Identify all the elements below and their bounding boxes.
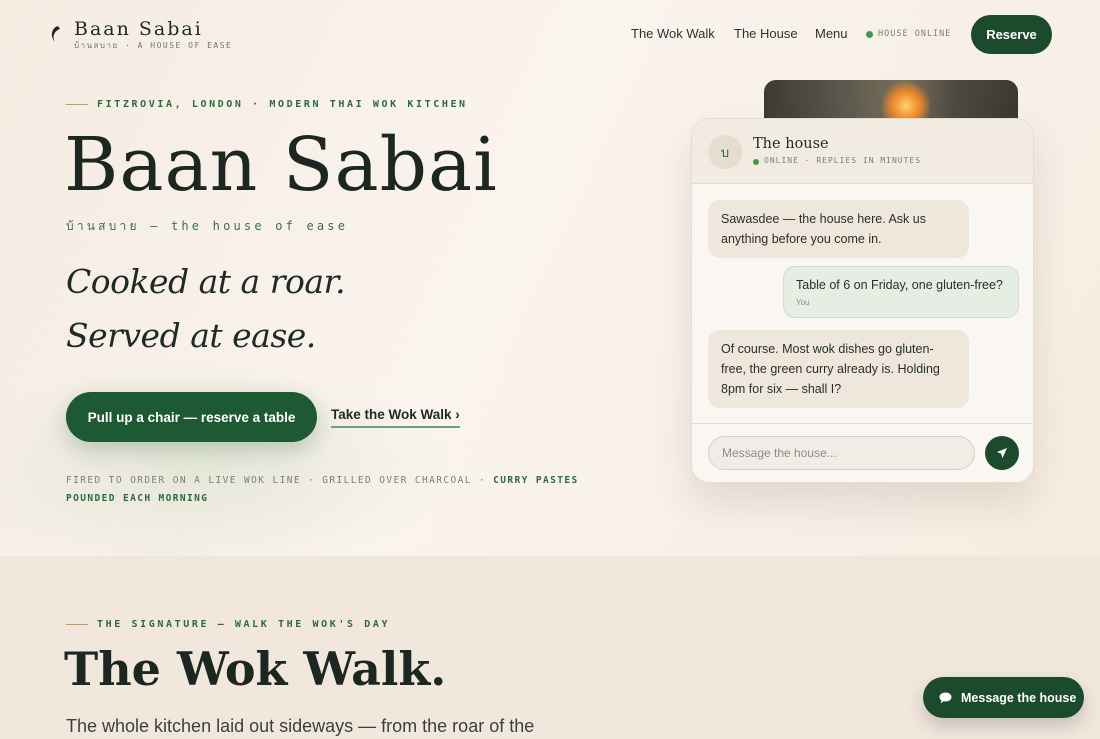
reserve-button[interactable]: Reserve (971, 15, 1052, 54)
chat-status: ONLINE · REPLIES IN MINUTES (764, 156, 922, 165)
brand-name[interactable]: Baan Sabai (74, 18, 203, 40)
chat-message-you: Table of 6 on Friday, one gluten-free? Y… (783, 266, 1019, 318)
hero-thai-subtitle: บ้านสบาย — the house of ease (66, 219, 349, 233)
house-online-status: HOUSE ONLINE (878, 29, 952, 39)
tagline-line-1: Cooked at a roar. (66, 262, 346, 301)
nav-link-the-house[interactable]: The House (734, 26, 798, 41)
house-avatar: บ (708, 135, 742, 169)
chat-message-you-text: Table of 6 on Friday, one gluten-free? (796, 278, 1003, 292)
brand-subtitle: บ้านสบาย · A HOUSE OF EASE (74, 41, 233, 50)
chat-composer: Message the house... (692, 423, 1033, 482)
send-icon (997, 448, 1007, 458)
brand-logo-icon[interactable] (48, 25, 62, 43)
chat-online-dot (753, 159, 759, 165)
signature-title: The Wok Walk. (64, 642, 447, 696)
nav-link-menu[interactable]: Menu (815, 26, 848, 41)
signature-eyebrow: THE SIGNATURE — WALK THE WOK'S DAY (97, 619, 391, 630)
chat-message-input[interactable]: Message the house... (708, 436, 975, 470)
kitchen-facts: FIRED TO ORDER ON A LIVE WOK LINE · GRIL… (66, 472, 586, 508)
chat-sender-label: You (796, 298, 810, 307)
chat-widget: บ The house ONLINE · REPLIES IN MINUTES … (691, 118, 1034, 483)
send-button[interactable] (985, 436, 1019, 470)
hero-eyebrow: FITZROVIA, LONDON · MODERN THAI WOK KITC… (97, 99, 468, 110)
chat-message-house: Sawasdee — the house here. Ask us anythi… (708, 200, 969, 258)
chat-bubble-icon (939, 692, 952, 703)
chat-message-house: Of course. Most wok dishes go gluten-fre… (708, 330, 969, 408)
kitchen-facts-plain: FIRED TO ORDER ON A LIVE WOK LINE · GRIL… (66, 475, 494, 486)
eyebrow-rule (66, 104, 88, 105)
signature-description: The whole kitchen laid out sideways — fr… (66, 716, 535, 736)
message-house-button[interactable]: Message the house (923, 677, 1084, 718)
hero-title: Baan Sabai (64, 122, 498, 208)
chat-title: The house (753, 136, 829, 152)
nav-link-wok-walk[interactable]: The Wok Walk (631, 26, 715, 41)
reserve-table-button[interactable]: Pull up a chair — reserve a table (66, 392, 317, 442)
signature-eyebrow-rule (66, 624, 88, 625)
message-house-label: Message the house (961, 690, 1077, 705)
tagline-line-2: Served at ease. (66, 316, 316, 355)
wok-walk-link[interactable]: Take the Wok Walk › (331, 407, 460, 428)
chat-header: บ The house ONLINE · REPLIES IN MINUTES (692, 119, 1033, 184)
hero-glow (0, 360, 460, 556)
flame-glow (882, 82, 930, 122)
online-status-dot (866, 31, 873, 38)
